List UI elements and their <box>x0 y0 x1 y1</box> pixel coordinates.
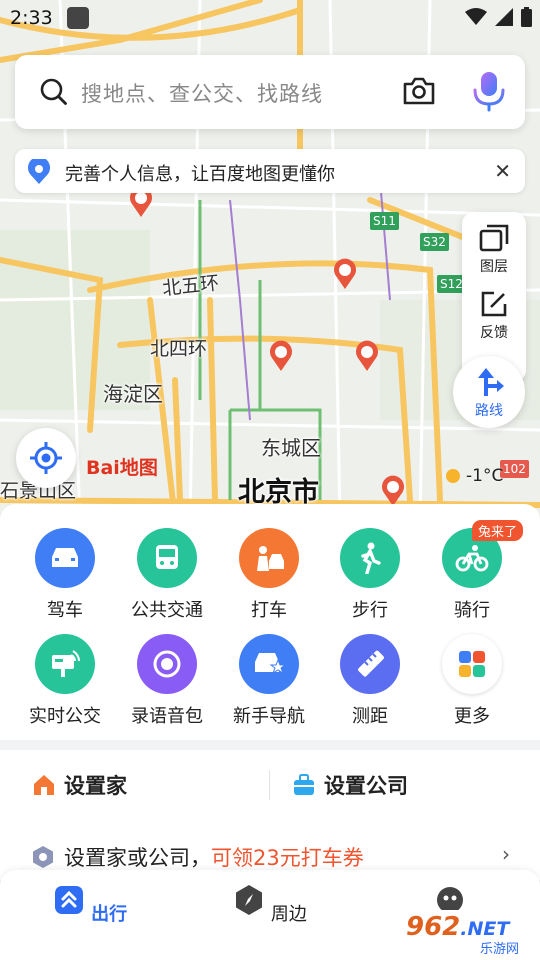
feedback-button[interactable]: 反馈 <box>462 290 526 342</box>
feature-walk[interactable]: 步行 <box>320 528 420 622</box>
feedback-label: 反馈 <box>480 325 508 341</box>
feature-label: 步行 <box>352 600 388 621</box>
feature-label: 骑行 <box>454 600 490 621</box>
feature-cycling[interactable]: 骑行 <box>422 528 522 622</box>
taxi-icon <box>239 528 299 588</box>
status-bar: 2:33 <box>0 0 540 36</box>
search-input[interactable]: 搜地点、查公交、找路线 <box>81 78 323 108</box>
travel-icon <box>54 886 83 914</box>
poi-marker-icon[interactable] <box>332 258 358 290</box>
layers-button[interactable]: 图层 <box>462 224 526 276</box>
car-icon <box>35 528 95 588</box>
hexagon-icon <box>33 846 53 868</box>
weather-indicator[interactable]: -1°C <box>446 466 503 486</box>
location-pin-icon <box>28 159 50 184</box>
feature-taxi[interactable]: 打车 <box>219 528 319 622</box>
layers-label: 图层 <box>480 259 508 275</box>
promo-highlight: 可领23元打车券 <box>211 846 364 870</box>
tab-travel[interactable]: 出行 <box>40 884 140 926</box>
voice-pack-icon <box>137 634 197 694</box>
route-label: 路线 <box>475 403 503 419</box>
feature-label: 实时公交 <box>29 706 101 727</box>
map-label-ring4: 北四环 <box>150 338 208 360</box>
battery-icon <box>521 7 532 27</box>
signal-icon <box>495 8 513 26</box>
close-icon[interactable]: ✕ <box>494 161 511 181</box>
wifi-icon <box>465 8 487 25</box>
more-grid-icon <box>442 634 502 694</box>
route-arrow-icon <box>478 368 504 396</box>
ruler-icon <box>340 634 400 694</box>
home-company-card: 设置家 设置公司 设置家或公司，可领23元打车券 › <box>0 750 540 880</box>
tab-label: 周边 <box>270 904 307 925</box>
road-shield-102: 102 <box>500 460 529 478</box>
set-home-button[interactable]: 设置家 <box>32 770 127 800</box>
setup-divider <box>269 770 270 800</box>
feature-label: 公共交通 <box>131 600 203 621</box>
feature-realtime-bus[interactable]: 实时公交 <box>15 634 115 728</box>
poi-marker-icon[interactable] <box>268 340 294 372</box>
route-button[interactable]: 路线 <box>453 356 525 428</box>
feature-measure-distance[interactable]: 测距 <box>320 634 420 728</box>
set-home-label: 设置家 <box>64 774 127 798</box>
weather-temperature: -1°C <box>466 466 504 486</box>
site-watermark: 962.NET 乐游网 <box>402 910 534 957</box>
promo-row[interactable]: 设置家或公司，可领23元打车券 <box>32 842 364 872</box>
status-time: 2:33 <box>10 7 53 29</box>
camera-icon[interactable] <box>401 73 437 109</box>
tab-label: 出行 <box>91 904 128 925</box>
compass-icon <box>236 885 263 915</box>
set-company-button[interactable]: 设置公司 <box>292 770 408 800</box>
microphone-icon[interactable] <box>469 69 509 113</box>
bus-icon <box>137 528 197 588</box>
chevron-right-icon[interactable]: › <box>502 842 510 866</box>
home-icon <box>34 775 54 795</box>
novice-nav-icon <box>239 634 299 694</box>
feature-drive[interactable]: 驾车 <box>15 528 115 622</box>
walk-icon <box>340 528 400 588</box>
notice-text: 完善个人信息，让百度地图更懂你 <box>65 164 335 185</box>
notification-app-icon <box>67 7 89 29</box>
map-label-haidian: 海淀区 <box>103 382 163 406</box>
road-shield-s32: S32 <box>420 233 449 251</box>
promo-text: 设置家或公司， <box>64 846 211 870</box>
watermark-sub: 乐游网 <box>480 942 520 957</box>
rabbit-promo-badge: 兔来了 <box>472 520 524 541</box>
poi-marker-icon[interactable] <box>380 475 406 507</box>
feature-label: 驾车 <box>47 600 83 621</box>
feature-label: 更多 <box>454 706 490 727</box>
feature-novice-nav[interactable]: 新手导航 <box>219 634 319 728</box>
feature-public-transit[interactable]: 公共交通 <box>117 528 217 622</box>
tab-nearby[interactable]: 周边 <box>220 884 320 926</box>
feedback-edit-icon <box>481 291 507 317</box>
realtime-bus-icon <box>35 634 95 694</box>
set-company-label: 设置公司 <box>324 774 408 798</box>
road-shield-s11: S11 <box>370 212 399 230</box>
feature-more[interactable]: 更多 <box>422 634 522 728</box>
search-bar[interactable]: 搜地点、查公交、找路线 <box>15 55 525 129</box>
locate-me-button[interactable] <box>16 428 76 488</box>
feature-label: 测距 <box>352 706 388 727</box>
sun-icon <box>446 469 460 483</box>
feature-label: 新手导航 <box>233 706 305 727</box>
status-indicators <box>465 7 532 27</box>
feature-label: 打车 <box>251 600 287 621</box>
search-icon <box>40 78 67 105</box>
feature-voice-pack[interactable]: 录语音包 <box>117 634 217 728</box>
briefcase-icon <box>294 774 314 795</box>
map-label-dongcheng: 东城区 <box>261 436 321 460</box>
profile-notice-banner[interactable]: 完善个人信息，让百度地图更懂你 ✕ <box>15 149 525 193</box>
poi-marker-icon[interactable] <box>354 340 380 372</box>
locate-icon <box>30 442 62 474</box>
feature-label: 录语音包 <box>131 706 203 727</box>
layers-icon <box>479 224 509 252</box>
baidu-map-logo: Bai地图 <box>86 457 158 479</box>
